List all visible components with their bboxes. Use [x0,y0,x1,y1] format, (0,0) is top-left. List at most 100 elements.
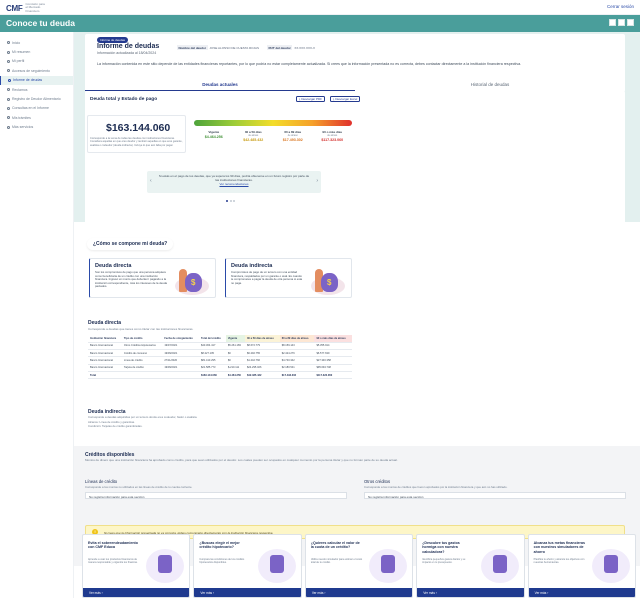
table-cell: $2.180.541 [279,364,315,373]
table-cell: $42.485.432 [244,371,280,380]
tip-illustration [480,549,519,583]
debt-card: Deuda total y Estado de pago ⤓ Descargar … [85,91,625,226]
tip-button[interactable]: Ver más › [417,588,524,597]
table-cell: 19/09/2021 [162,349,199,358]
carousel-dots [226,200,235,202]
tip-desc: Utiliza nuestro simulador para estimar e… [310,558,363,565]
table-cell: 19/09/2021 [162,364,199,373]
table-cell: 19/07/2021 [162,342,199,350]
recommendations-link[interactable]: Ver recomendaciones [219,182,248,186]
page-header: Conoce tu deuda [0,15,640,32]
col-header: 30 a 59 días de atraso [244,335,280,343]
col-header: 90 o más días de atraso [314,335,352,343]
table-cell: Tarjeta de crédito [121,364,163,373]
table-cell: $2.424.276 [279,349,315,358]
debtor-rut: RUT del deudor XX.XXX.XXX-X [267,45,315,50]
tip-desc: Planifica tu ahorro y alcanza tus objeti… [533,558,585,565]
table-cell: $4.464.256 [225,371,245,380]
table-header-row: Institución financiera Tipo de crédito F… [88,335,352,343]
text-size-icon[interactable] [609,19,616,26]
tip-illustration [146,549,185,583]
gauge-amount: $4.464.256 [204,135,223,139]
total-note: Corresponde a la suma de todas las deuda… [90,137,183,147]
direct-debt-card: Deuda directa Son los compromisos de pag… [89,258,216,298]
queries-icon [7,106,10,110]
logout-link[interactable]: Cerrar sesión [607,4,634,9]
gauge-col-90: 90 o más días de atraso $117.323.060 [313,130,353,142]
carousel-dot[interactable] [229,200,232,202]
carousel-dot[interactable] [233,200,235,202]
meta-label: Nombre del deudor [177,45,208,50]
button-label: Descargar PDF [301,97,322,101]
contrast-icon[interactable] [618,19,625,26]
tip-cta: Ver más [311,591,324,595]
table-cell: $24.295.026 [244,364,280,373]
col-header: Vigente [225,335,245,343]
tip-cta: Ver más [89,591,101,595]
user-icon [7,59,10,63]
table-cell: $163.144.060 [198,371,226,380]
table-cell: 27/11/2020 [162,356,199,365]
tip-title: ¿Descubre tus gastos hormiga con nuestra… [422,541,460,554]
sidebar-item-informe[interactable]: Informe de deudas [0,75,73,85]
table-cell: $27.346.358 [314,356,352,365]
table-title: Deuda directa [88,320,122,326]
sidebar-item-tramites[interactable]: Mis trámites [0,113,73,122]
tip-card[interactable]: ¿Buscas elegir el mejor crédito hipoteca… [193,534,302,598]
tab-deudas-actuales[interactable]: Deudas actuales [85,79,355,91]
section-line: Condición: Tarjetas de crédito garantiza… [88,424,143,429]
sidebar-item-perfil[interactable]: Mi perfil [0,57,73,66]
procedures-icon [7,116,10,120]
sidebar-item-mas[interactable]: Más servicios [0,123,73,132]
sidebar-item-inicio[interactable]: Inicio [0,38,73,47]
sidebar-item-reclamos[interactable]: Reclamos [0,85,73,94]
gauge-col-vigente: Vigente $4.464.256 [194,130,234,142]
sidebar-item-registro[interactable]: Registro de Deudor Alimentario [0,94,73,103]
tip-button[interactable]: Ver más › [528,588,636,597]
sidebar-item-label: Inicio [12,40,21,45]
home-icon [7,41,10,45]
download-icon: ⤓ [299,97,301,101]
debtor-name: Nombre del deudor JOSE ALONSO DE CUESTA … [177,45,259,50]
report-notice: La información contenida en este sitio d… [97,62,522,66]
col-header: 60 a 89 días de atraso [279,335,315,343]
table-cell: Banco Internacional [88,342,122,350]
tip-button[interactable]: Ver más › [305,588,413,597]
table-cell: $95.694.748 [314,364,352,373]
chevron-left-icon[interactable]: ‹ [150,178,152,184]
gauge-sub: de atraso [248,134,259,137]
other-credits-box: Otros créditos Corresponde a los montos … [364,479,626,499]
tip-card[interactable]: ¿Quieres calcular el valor de la cuota d… [304,534,414,598]
tip-button[interactable]: Ver más › [194,588,301,597]
col-header: Tipo de crédito [121,335,163,343]
chevron-right-icon[interactable]: › [316,178,318,184]
direct-debt-table: Institución financiera Tipo de crédito F… [88,335,352,380]
meta-label: RUT del deudor [267,45,293,50]
download-pdf-button[interactable]: ⤓ Descargar PDF [296,96,325,102]
table-subtitle: Corresponde a deudas que tienes como tit… [88,327,194,332]
sidebar-item-resumen[interactable]: Mi resumen [0,47,73,56]
sidebar-item-consultas[interactable]: Consultas en el Informe [0,104,73,113]
cmf-logo[interactable]: CMF Comisión para el Mercado Financiero [6,2,47,13]
tip-card[interactable]: ¿Descubre tus gastos hormiga con nuestra… [416,534,525,598]
tip-illustration [257,549,296,583]
card-title: Deuda indirecta [231,263,273,269]
tip-button[interactable]: Ver más › [83,588,190,597]
tip-cta: Ver más [423,591,435,595]
tip-card[interactable]: Alcanza tus metas financieras con nuestr… [527,534,637,598]
meta-value: JOSE ALONSO DE CUESTA ROJAS [209,45,259,50]
download-excel-button[interactable]: ⤓ Descargar Excel [330,96,361,102]
carousel-text: Si estás en el pago de tus deudas, que y… [157,174,311,186]
report-icon [8,78,11,82]
share-icon[interactable] [627,19,634,26]
sidebar-item-accesos[interactable]: Accesos de seguimiento [0,66,73,75]
tip-card[interactable]: Evita el sobreendeudamiento con CMF Educ… [82,534,191,598]
sidebar-item-label: Accesos de seguimiento [12,68,50,73]
carousel-dot[interactable] [226,200,228,202]
table-row: Banco Internacional Otros Créditos Hipote… [88,342,352,350]
table-cell [162,371,199,380]
tab-historial[interactable]: Historial de deudas [355,79,625,91]
table-cell: Banco Internacional [88,364,122,373]
header-tools [609,19,634,26]
indirect-debt-card: Deuda indirecta Compromisos de pago de u… [225,258,352,298]
